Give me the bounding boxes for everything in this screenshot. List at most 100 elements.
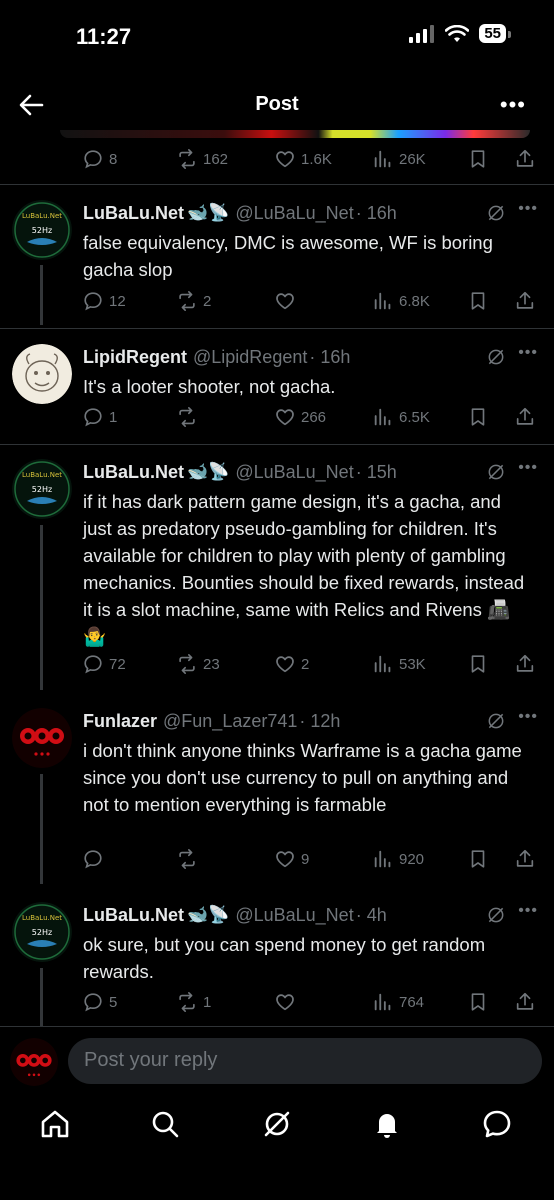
home-icon[interactable] — [38, 1107, 72, 1141]
avatar[interactable] — [12, 344, 72, 404]
user-handle[interactable]: @LipidRegent — [193, 347, 307, 368]
post-time: · 4h — [355, 904, 387, 925]
messages-icon[interactable] — [480, 1107, 514, 1141]
like-button[interactable]: 9 — [274, 848, 309, 870]
display-name[interactable]: LuBaLu.Net — [83, 462, 184, 483]
repost-count: 162 — [203, 150, 229, 168]
reply-button[interactable]: 72 — [82, 653, 126, 675]
reply-count: 12 — [109, 292, 126, 310]
bookmark-button[interactable] — [467, 653, 489, 675]
reply-button[interactable]: 5 — [82, 991, 117, 1013]
grok-icon[interactable] — [260, 1107, 294, 1141]
bookmark-button[interactable] — [467, 148, 489, 170]
search-icon[interactable] — [148, 1107, 182, 1141]
user-handle[interactable]: @LuBaLu_Net — [235, 462, 353, 483]
view-count: 764 — [399, 993, 425, 1011]
views-button[interactable]: 6.5K — [372, 406, 430, 428]
repost-button[interactable]: 1 — [176, 991, 211, 1013]
action-row: 72 23 2 53K — [82, 653, 542, 677]
reply-button[interactable]: 12 — [82, 290, 126, 312]
post-more-button[interactable]: ••• — [518, 200, 538, 218]
bookmark-button[interactable] — [467, 406, 489, 428]
like-button[interactable]: 2 — [274, 653, 309, 675]
display-name[interactable]: LuBaLu.Net — [83, 203, 184, 224]
avatar[interactable]: LuBaLu.Net 52Hz — [12, 902, 72, 962]
post-more-button[interactable]: ••• — [518, 459, 538, 477]
post-text: It's a looter shooter, not gacha. — [83, 376, 336, 397]
repost-count: 1 — [203, 993, 212, 1011]
repost-count: 23 — [203, 655, 220, 673]
avatar[interactable]: LuBaLu.Net 52Hz — [12, 459, 72, 519]
grok-icon[interactable] — [486, 203, 506, 223]
grok-icon[interactable] — [486, 347, 506, 367]
current-user-avatar[interactable] — [10, 1038, 58, 1086]
post-meta: LuBaLu.Net 🐋📡 @LuBaLu_Net · 4h — [83, 902, 538, 928]
repost-button[interactable]: 23 — [176, 653, 220, 675]
status-icons: 55 — [409, 24, 511, 43]
grok-icon[interactable] — [486, 905, 506, 925]
views-button[interactable]: 764 — [372, 991, 424, 1013]
more-options-button[interactable]: ••• — [500, 92, 526, 118]
52hz-whale-avatar-icon: LuBaLu.Net 52Hz — [12, 459, 72, 519]
user-handle[interactable]: @LuBaLu_Net — [235, 203, 353, 224]
views-button[interactable]: 920 — [372, 848, 424, 870]
reply-button[interactable] — [82, 848, 109, 870]
heart-icon — [276, 994, 294, 1011]
bookmark-button[interactable] — [467, 848, 489, 870]
svg-text:LuBaLu.Net: LuBaLu.Net — [22, 471, 62, 479]
views-button[interactable]: 6.8K — [372, 290, 430, 312]
like-count: 2 — [301, 655, 310, 673]
svg-text:52Hz: 52Hz — [32, 485, 52, 494]
post-meta: LuBaLu.Net 🐋📡 @LuBaLu_Net · 15h — [83, 459, 538, 485]
grok-icon[interactable] — [486, 711, 506, 731]
parent-post-media[interactable] — [60, 130, 530, 138]
post-more-button[interactable]: ••• — [518, 344, 538, 362]
display-name[interactable]: Funlazer — [83, 711, 157, 732]
reply-button[interactable]: 8 — [82, 148, 117, 170]
bookmark-button[interactable] — [467, 290, 489, 312]
views-button[interactable]: 26K — [372, 148, 426, 170]
post-meta: LipidRegent @LipidRegent · 16h — [83, 344, 538, 370]
like-button[interactable] — [274, 991, 301, 1013]
user-handle[interactable]: @Fun_Lazer741 — [163, 711, 297, 732]
share-icon — [516, 654, 534, 672]
reply-input[interactable]: Post your reply — [68, 1038, 542, 1084]
repost-count: 2 — [203, 292, 212, 310]
avatar[interactable]: LuBaLu.Net 52Hz — [12, 200, 72, 260]
reply-post[interactable]: LuBaLu.Net 52Hz LuBaLu.Net 🐋📡 @LuBaLu_Ne… — [0, 459, 554, 679]
bookmark-button[interactable] — [467, 991, 489, 1013]
52hz-whale-avatar-icon: LuBaLu.Net 52Hz — [12, 200, 72, 260]
display-name[interactable]: LuBaLu.Net — [83, 905, 184, 926]
like-button[interactable]: 266 — [274, 406, 326, 428]
display-name[interactable]: LipidRegent — [83, 347, 187, 368]
post-more-button[interactable]: ••• — [518, 902, 538, 920]
svg-text:52Hz: 52Hz — [32, 226, 52, 235]
share-button[interactable] — [514, 406, 536, 428]
repost-button[interactable]: 162 — [176, 148, 228, 170]
like-button[interactable] — [274, 290, 301, 312]
grok-icon[interactable] — [486, 462, 506, 482]
bookmark-icon — [471, 292, 485, 310]
like-button[interactable]: 1.6K — [274, 148, 332, 170]
view-count: 53K — [399, 655, 426, 673]
repost-button[interactable] — [176, 406, 203, 428]
share-button[interactable] — [514, 148, 536, 170]
repost-button[interactable] — [176, 848, 203, 870]
share-button[interactable] — [514, 848, 536, 870]
post-more-button[interactable]: ••• — [518, 708, 538, 726]
reply-button[interactable]: 1 — [82, 406, 117, 428]
repost-button[interactable]: 2 — [176, 290, 211, 312]
views-button[interactable]: 53K — [372, 653, 426, 675]
notifications-icon[interactable] — [370, 1107, 404, 1141]
share-button[interactable] — [514, 653, 536, 675]
action-row: 1 266 6.5K — [82, 406, 542, 430]
share-button[interactable] — [514, 290, 536, 312]
share-button[interactable] — [514, 991, 536, 1013]
52hz-whale-avatar-icon: LuBaLu.Net 52Hz — [12, 902, 72, 962]
reply-icon — [84, 150, 102, 169]
user-handle[interactable]: @LuBaLu_Net — [235, 905, 353, 926]
sketch-face-avatar-icon — [12, 344, 72, 404]
post-text: if it has dark pattern game design, it's… — [83, 491, 525, 647]
svg-text:LuBaLu.Net: LuBaLu.Net — [22, 212, 62, 220]
avatar[interactable] — [12, 708, 72, 768]
